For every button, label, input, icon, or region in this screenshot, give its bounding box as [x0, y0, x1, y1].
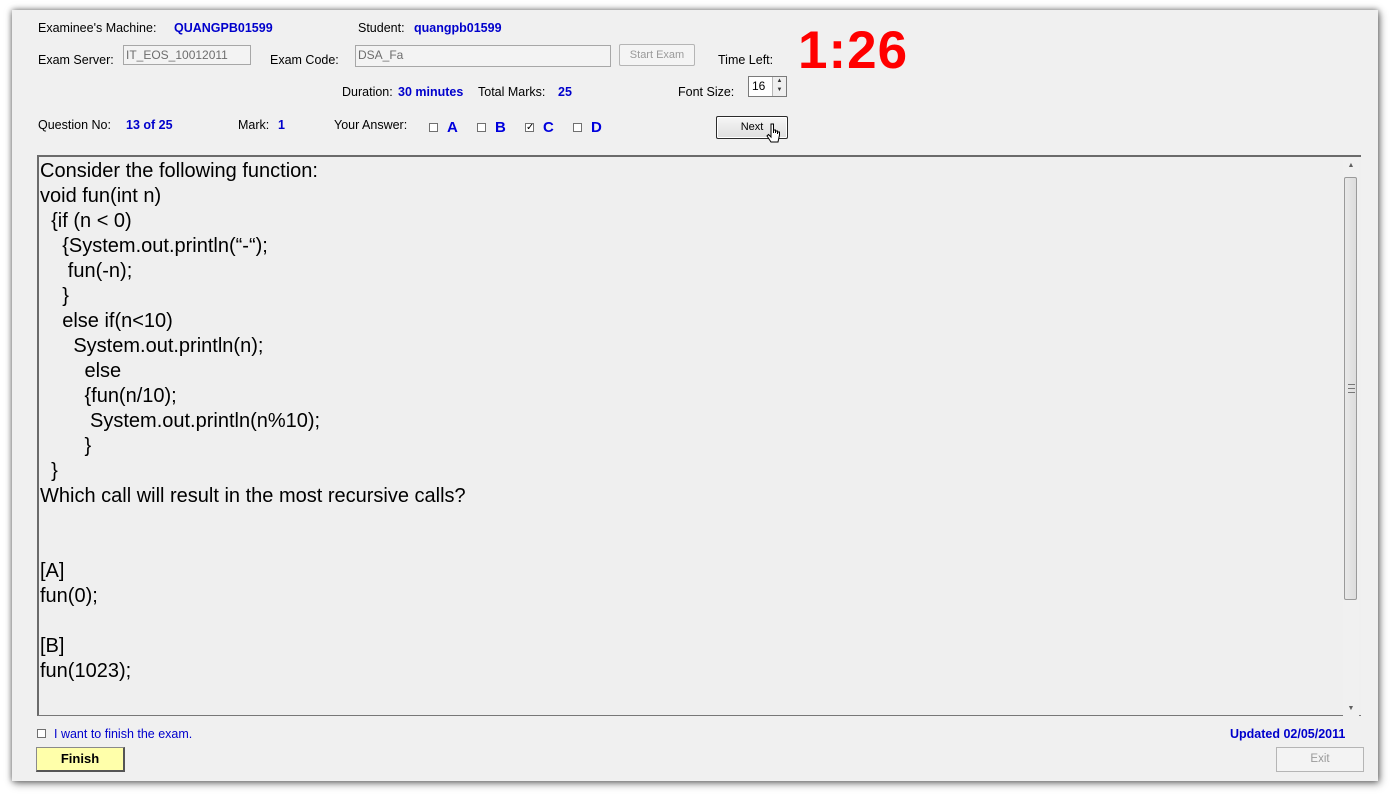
answer-a-label[interactable]: A: [447, 119, 458, 136]
font-size-label: Font Size:: [678, 85, 735, 99]
grip-icon: [1348, 384, 1355, 393]
answer-b-checkbox[interactable]: [477, 123, 486, 132]
machine-label: Examinee's Machine:: [38, 21, 157, 35]
duration-label: Duration:: [342, 85, 393, 99]
question-content-area[interactable]: Consider the following function: void fu…: [37, 155, 1361, 716]
countdown-timer: 1:26: [798, 21, 909, 80]
exam-code-field: DSA_Fa: [355, 45, 611, 67]
mark-value: 1: [278, 118, 285, 132]
mouse-cursor-icon: [766, 123, 780, 143]
exam-code-label: Exam Code:: [270, 53, 339, 67]
spin-up-icon[interactable]: ▲: [773, 77, 786, 86]
your-answer-label: Your Answer:: [334, 118, 408, 132]
finish-button[interactable]: Finish: [36, 747, 125, 772]
student-label: Student:: [358, 21, 405, 35]
scroll-down-icon[interactable]: ▼: [1343, 701, 1359, 717]
font-size-value[interactable]: 16: [752, 79, 765, 93]
question-no-label: Question No:: [38, 118, 111, 132]
total-marks-value: 25: [558, 85, 572, 99]
answer-c-checkbox[interactable]: ✓: [525, 123, 534, 132]
answer-a-checkbox[interactable]: [429, 123, 438, 132]
machine-value: QUANGPB01599: [174, 21, 273, 35]
vertical-scrollbar[interactable]: ▲ ▼: [1343, 158, 1359, 717]
updated-date: Updated 02/05/2011: [1230, 727, 1346, 741]
exam-window: Examinee's Machine: QUANGPB01599 Student…: [12, 10, 1378, 781]
mark-label: Mark:: [238, 118, 270, 132]
answer-b-label[interactable]: B: [495, 119, 506, 136]
font-size-spinner[interactable]: 16 ▲ ▼: [748, 76, 787, 97]
total-marks-label: Total Marks:: [478, 85, 546, 99]
scroll-up-icon[interactable]: ▲: [1343, 158, 1359, 174]
question-text: Consider the following function: void fu…: [40, 160, 466, 682]
server-field: IT_EOS_10012011: [123, 45, 251, 65]
server-label: Exam Server:: [38, 53, 114, 67]
scrollbar-thumb[interactable]: [1344, 177, 1357, 600]
spin-down-icon[interactable]: ▼: [773, 86, 786, 95]
spinner-buttons[interactable]: ▲ ▼: [772, 77, 786, 96]
start-exam-button[interactable]: Start Exam: [619, 44, 695, 66]
finish-exam-label[interactable]: I want to finish the exam.: [54, 727, 192, 741]
answer-d-label[interactable]: D: [591, 119, 602, 136]
student-value: quangpb01599: [414, 21, 502, 35]
exit-button[interactable]: Exit: [1276, 747, 1364, 772]
answer-d-checkbox[interactable]: [573, 123, 582, 132]
question-no-value: 13 of 25: [126, 118, 173, 132]
finish-exam-checkbox[interactable]: [37, 729, 46, 738]
duration-value: 30 minutes: [398, 85, 464, 99]
time-left-label: Time Left:: [718, 53, 774, 67]
answer-c-label[interactable]: C: [543, 119, 554, 136]
